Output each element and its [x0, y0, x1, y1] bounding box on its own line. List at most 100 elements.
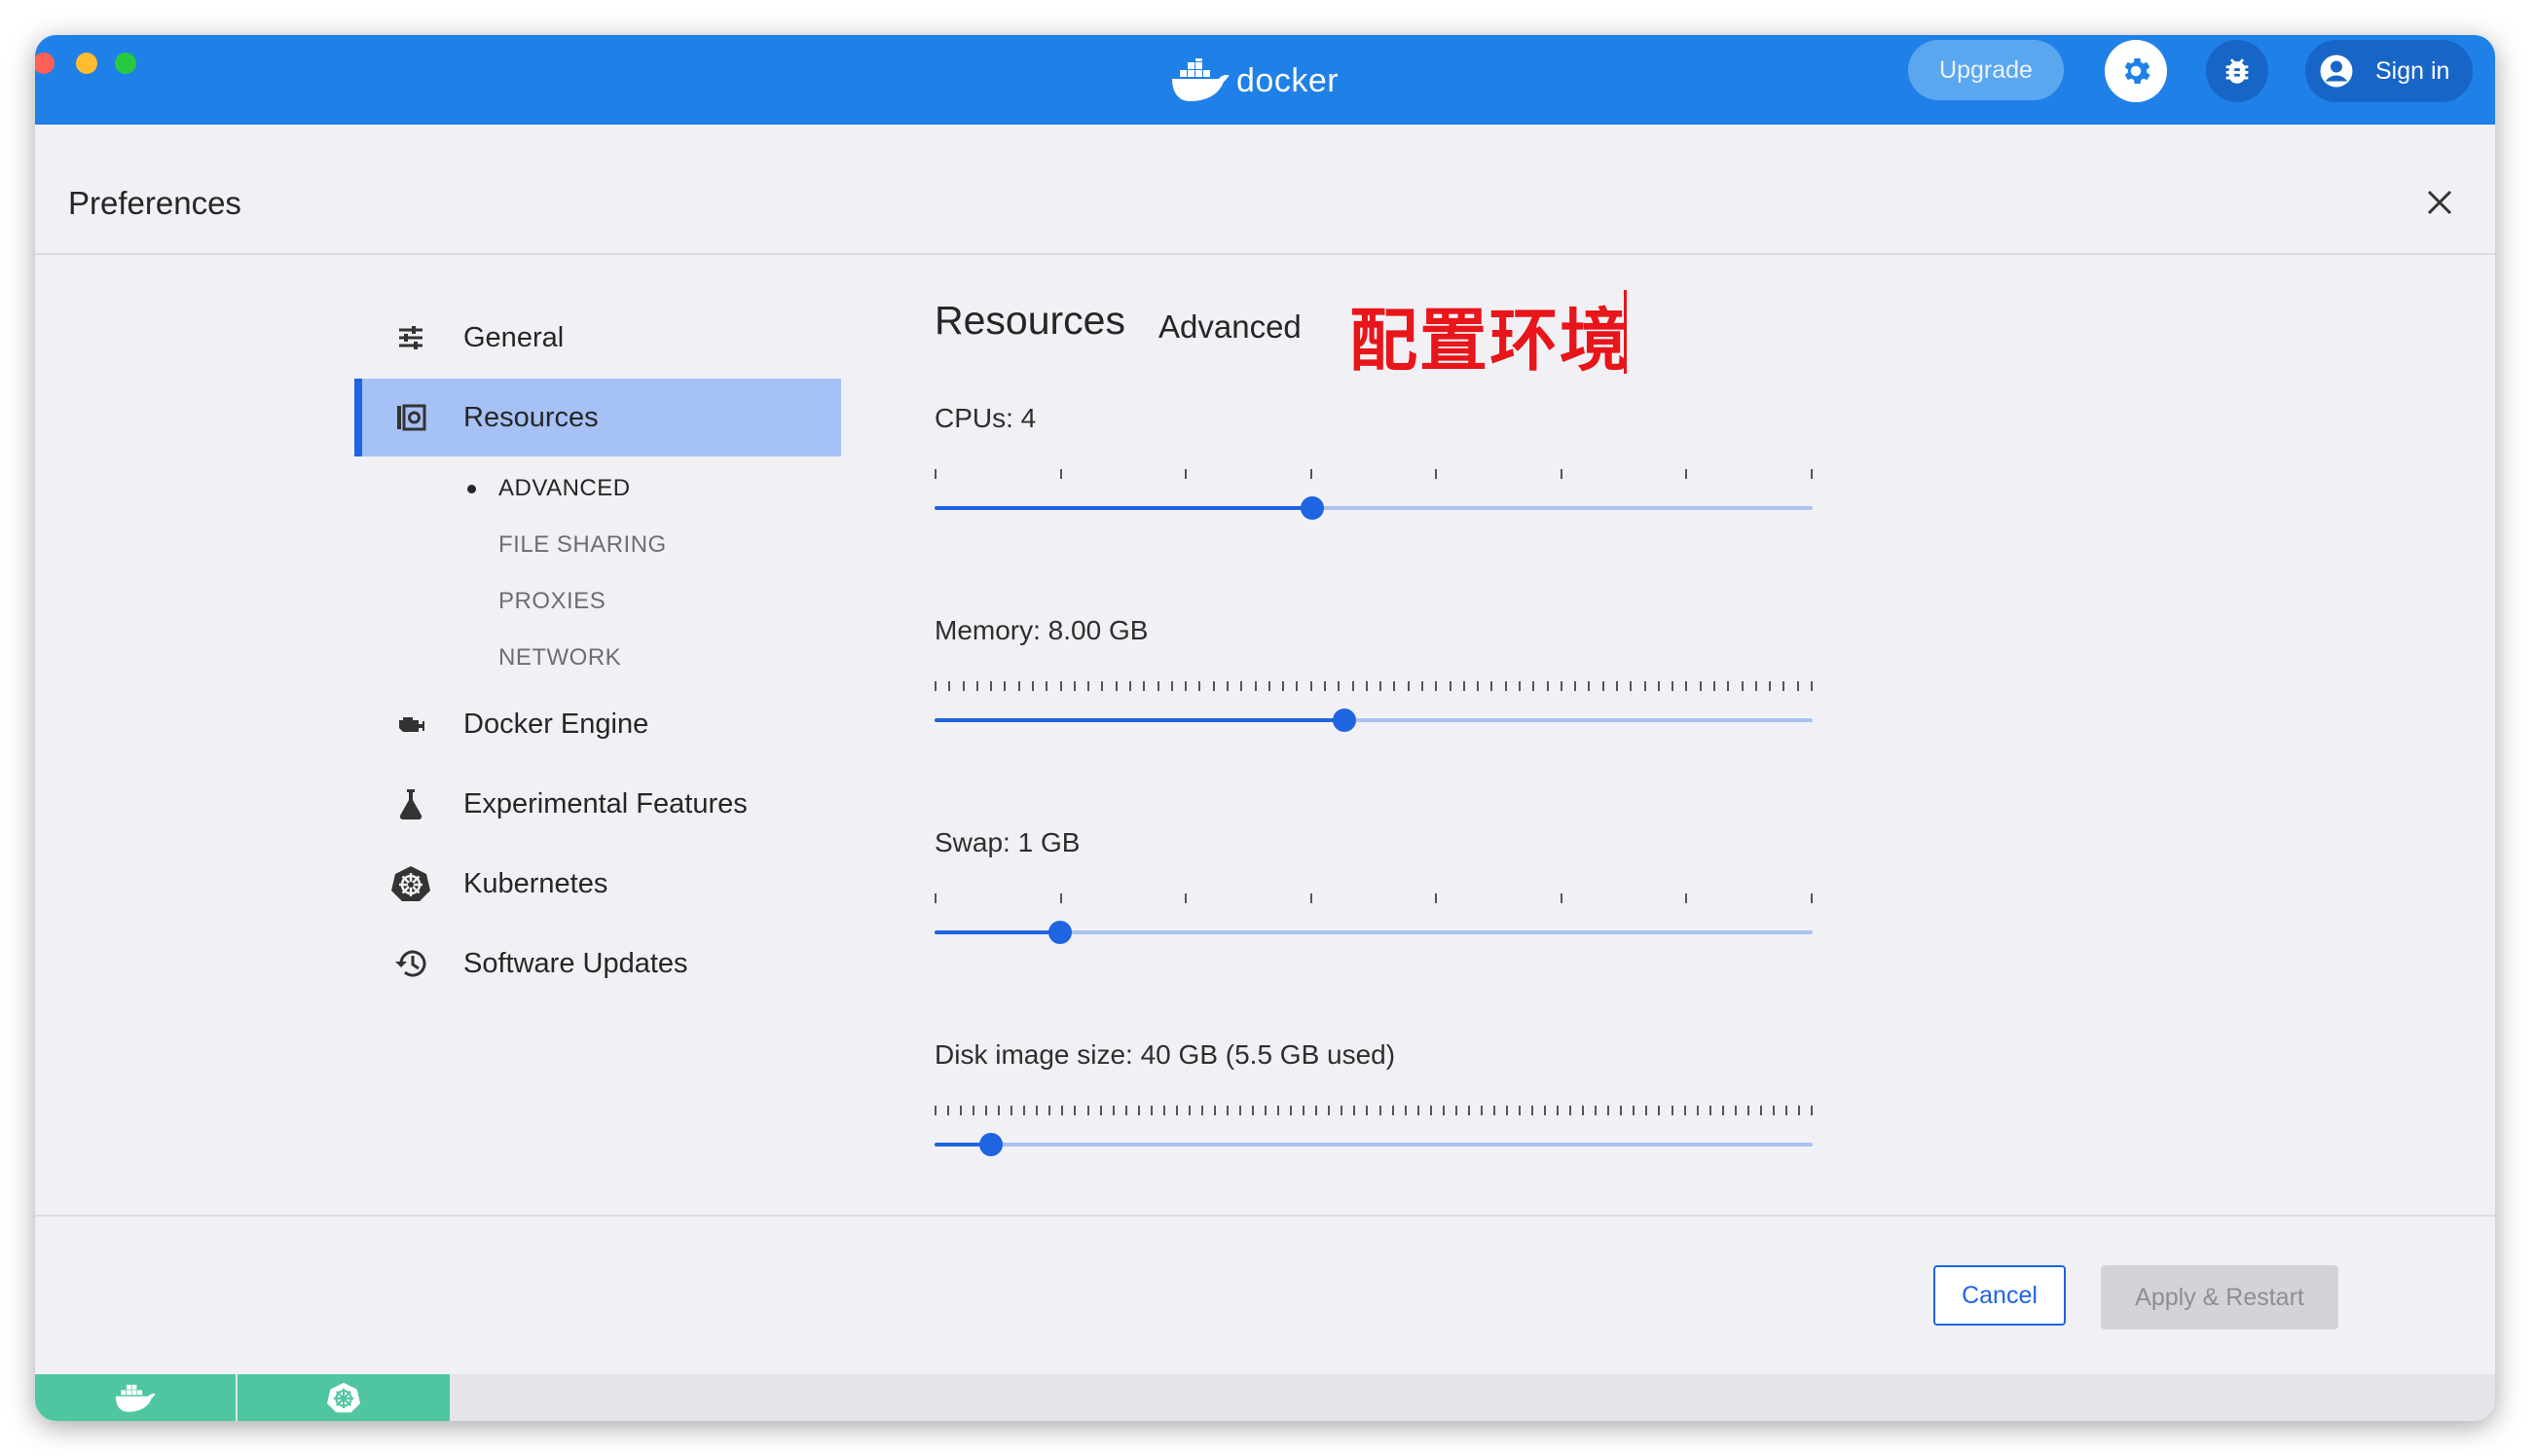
sliders-icon: [391, 318, 430, 357]
slider-tick: [1532, 681, 1535, 691]
slider-tick: [935, 681, 937, 691]
text-caret: [1624, 290, 1627, 374]
slider-thumb[interactable]: [1047, 921, 1072, 944]
apply-restart-button[interactable]: Apply & Restart: [2101, 1265, 2338, 1329]
slider-tick: [1769, 681, 1772, 691]
slider-tick: [1671, 1106, 1673, 1115]
slider-tick: [1416, 1106, 1419, 1115]
slider-tick: [1630, 681, 1633, 691]
section-heading: Resources: [935, 298, 1125, 343]
whale-icon: [1172, 58, 1230, 101]
slider-tick: [1811, 893, 1813, 903]
troubleshoot-button[interactable]: [2206, 40, 2268, 102]
history-icon: [391, 944, 430, 983]
whale-icon: [115, 1384, 156, 1412]
slider-tick: [1129, 681, 1131, 691]
slider-tick: [1185, 469, 1188, 479]
slider-ticks: [935, 893, 1813, 905]
slider-tick: [1115, 681, 1118, 691]
sidebar-item-label: Software Updates: [463, 947, 688, 979]
preferences-header: Preferences: [35, 125, 2495, 255]
window-close-button[interactable]: [35, 53, 55, 74]
memory-slider[interactable]: [935, 681, 1813, 740]
slider-tick: [975, 681, 978, 691]
slider-tick: [1782, 681, 1785, 691]
slider-tick: [1404, 1106, 1407, 1115]
sidebar-subitem-network[interactable]: NETWORK: [498, 644, 621, 672]
slider-thumb[interactable]: [1333, 709, 1357, 732]
slider-tick: [1240, 681, 1243, 691]
window-zoom-button[interactable]: [115, 53, 136, 74]
upgrade-button[interactable]: Upgrade: [1908, 40, 2064, 100]
slider-tick: [1560, 681, 1562, 691]
slider-tick: [1282, 681, 1285, 691]
slider-tick: [1772, 1106, 1775, 1115]
slider-tick: [1303, 1106, 1305, 1115]
settings-button[interactable]: [2105, 40, 2167, 102]
slider-tick: [1059, 469, 1062, 479]
slider-tick: [1023, 1106, 1026, 1115]
docker-status-indicator[interactable]: [35, 1374, 236, 1421]
kubernetes-status-indicator[interactable]: [238, 1374, 450, 1421]
slider-tick: [1633, 1106, 1635, 1115]
slider-tick: [1227, 1106, 1229, 1115]
sidebar-item-software-updates[interactable]: Software Updates: [354, 925, 841, 1002]
slider-tick: [935, 1106, 937, 1115]
slider-tick: [1672, 681, 1674, 691]
sidebar-item-kubernetes[interactable]: Kubernetes: [354, 845, 841, 923]
sidebar-item-docker-engine[interactable]: Docker Engine: [354, 685, 841, 763]
slider-tick: [1188, 1106, 1191, 1115]
account-icon: [2320, 55, 2353, 88]
slider-tick: [1059, 893, 1062, 903]
sidebar-item-resources[interactable]: Resources: [354, 379, 841, 456]
slider-tick: [1391, 1106, 1394, 1115]
slider-thumb[interactable]: [1300, 496, 1324, 520]
slider-tick: [1036, 1106, 1039, 1115]
swap-slider[interactable]: [935, 893, 1813, 952]
slider-tick: [1328, 1106, 1331, 1115]
slider-tick: [1162, 1106, 1165, 1115]
slider-tick: [1099, 1106, 1102, 1115]
slider-tick: [1200, 1106, 1203, 1115]
slider-tick: [1198, 681, 1201, 691]
sidebar-item-general[interactable]: General: [354, 299, 841, 377]
slider-tick: [1519, 681, 1521, 691]
sidebar-item-experimental-features[interactable]: Experimental Features: [354, 765, 841, 843]
sidebar-subitem-advanced[interactable]: ADVANCED: [498, 475, 631, 502]
engine-icon: [391, 705, 430, 744]
slider-tick: [1477, 681, 1480, 691]
slider-tick: [1213, 1106, 1216, 1115]
slider-ticks: [935, 469, 1813, 481]
slider-tick: [1175, 1106, 1178, 1115]
slider-fill: [935, 718, 1345, 722]
disk-image-size-slider[interactable]: [935, 1106, 1813, 1164]
slider-tick: [1017, 681, 1020, 691]
close-preferences-button[interactable]: [2420, 183, 2459, 222]
active-sub-item-bullet: [467, 485, 476, 493]
slider-tick: [1112, 1106, 1115, 1115]
slider-tick: [1124, 1106, 1127, 1115]
slider-thumb[interactable]: [978, 1133, 1003, 1156]
window-minimize-button[interactable]: [76, 53, 97, 74]
slider-tick: [1796, 681, 1799, 691]
tab-advanced[interactable]: Advanced: [1158, 309, 1302, 346]
slider-tick: [1683, 1106, 1686, 1115]
slider-tick: [1449, 681, 1451, 691]
sidebar-subitem-proxies[interactable]: PROXIES: [498, 588, 606, 615]
slider-tick: [985, 1106, 988, 1115]
slider-tick: [1811, 469, 1813, 479]
slider-tick: [1309, 681, 1312, 691]
slider-tick: [1268, 681, 1270, 691]
sidebar-subitem-file-sharing[interactable]: FILE SHARING: [498, 531, 667, 559]
slider-tick: [1309, 469, 1312, 479]
disk-image-size-label: Disk image size: 40 GB (5.5 GB used): [935, 1039, 1396, 1070]
slider-tick: [1351, 681, 1354, 691]
slider-fill: [935, 930, 1060, 934]
slider-tick: [1277, 1106, 1280, 1115]
sign-in-button[interactable]: Sign in: [2305, 40, 2473, 102]
cancel-button[interactable]: Cancel: [1933, 1265, 2066, 1326]
cpus-slider[interactable]: [935, 469, 1813, 528]
slider-tick: [1685, 893, 1688, 903]
slider-tick: [1338, 681, 1341, 691]
slider-tick: [1157, 681, 1159, 691]
